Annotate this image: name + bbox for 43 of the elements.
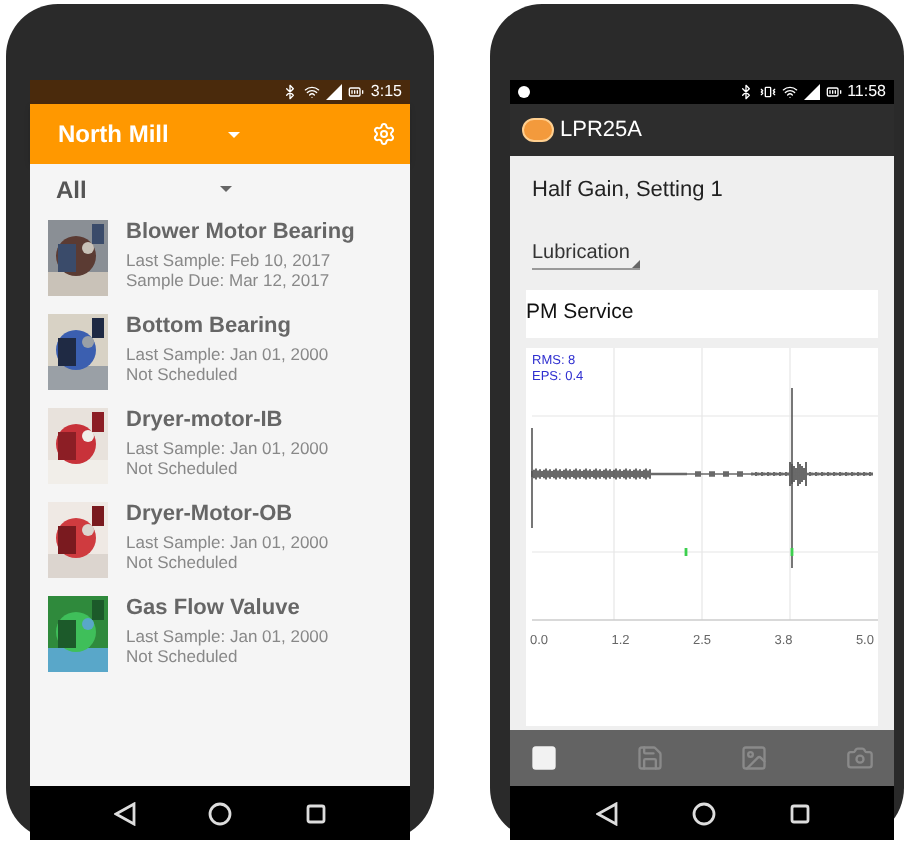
asset-name[interactable]: Dryer-motor-IB	[126, 408, 329, 436]
last-sample-text: Last Sample: Jan 01, 2000	[126, 531, 329, 553]
last-sample-text: Last Sample: Jan 01, 2000	[126, 625, 329, 647]
asset-name[interactable]: Bottom Bearing	[126, 314, 329, 342]
battery-icon	[825, 84, 842, 100]
last-sample-text: Last Sample: Jan 01, 2000	[126, 437, 329, 459]
bluetooth-icon	[282, 84, 299, 100]
app-notification-icon	[518, 86, 530, 98]
sample-due-text: Not Scheduled	[126, 646, 240, 668]
dropdown-corner-icon	[632, 259, 640, 267]
stop-icon[interactable]	[530, 744, 558, 772]
home-icon[interactable]	[208, 801, 233, 825]
last-sample-text: Last Sample: Jan 01, 2000	[126, 343, 329, 365]
clock-time: 3:15	[370, 84, 402, 100]
filter-dropdown[interactable]: All	[56, 164, 232, 214]
bluetooth-icon	[737, 84, 754, 100]
app-title: LPR25A	[560, 115, 642, 146]
last-sample-text: Last Sample: Feb 10, 2017	[126, 249, 333, 271]
overview-icon[interactable]	[305, 803, 326, 823]
sample-due-text: Not Scheduled	[126, 458, 240, 480]
wifi-icon	[304, 84, 321, 100]
sample-due-text: Sample Due: Mar 12, 2017	[126, 270, 332, 292]
overview-icon[interactable]	[789, 803, 809, 823]
dropdown-caret-icon	[220, 186, 232, 192]
wifi-icon	[781, 84, 798, 100]
category-dropdown[interactable]: Lubrication	[532, 237, 640, 269]
sample-due-text: Not Scheduled	[126, 552, 240, 574]
signal-icon	[803, 84, 820, 100]
signal-icon	[326, 84, 343, 100]
battery-icon	[348, 84, 365, 100]
asset-name[interactable]: Dryer-Motor-OB	[126, 502, 329, 530]
vibrate-icon	[759, 84, 776, 100]
sample-due-text: Not Scheduled	[126, 364, 240, 386]
logo-icon	[522, 118, 554, 142]
setting-label: Half Gain, Setting 1	[532, 176, 725, 206]
back-icon[interactable]	[595, 801, 617, 825]
asset-name[interactable]: Gas Flow Valuve	[126, 596, 329, 624]
clock-time: 11:58	[847, 84, 886, 100]
home-icon[interactable]	[691, 801, 715, 825]
service-panel: PM Service	[526, 289, 878, 337]
asset-name[interactable]: Blower Motor Bearing	[126, 220, 355, 248]
back-icon[interactable]	[114, 801, 137, 825]
dropdown-caret-icon	[228, 131, 241, 137]
